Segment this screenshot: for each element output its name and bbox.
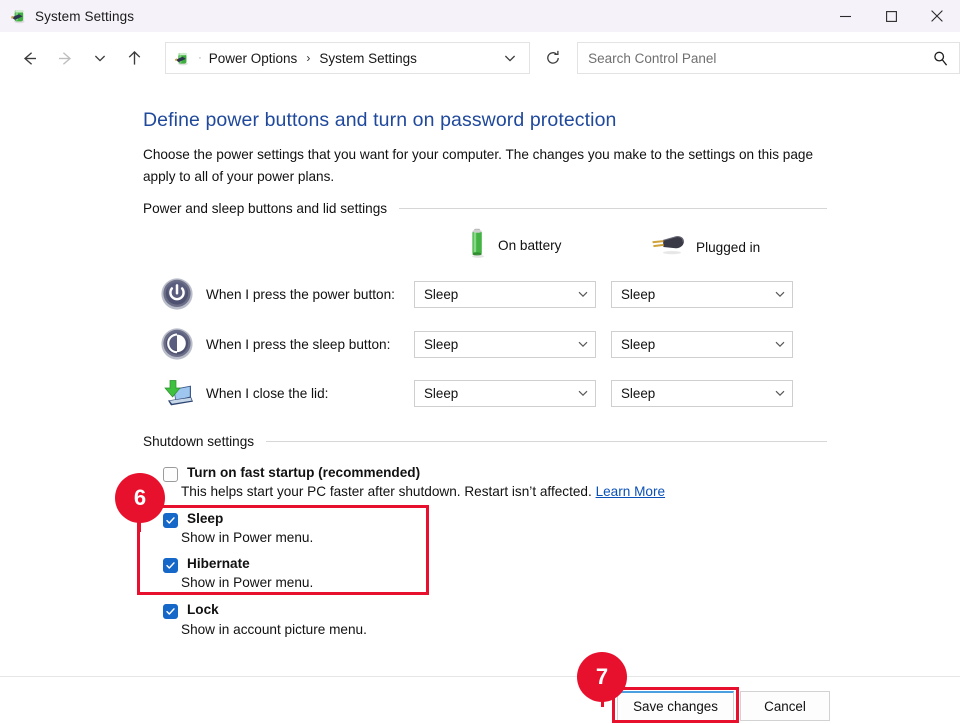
group-divider — [266, 440, 827, 442]
shutdown-group-header: Shutdown settings — [143, 432, 827, 450]
cancel-button[interactable]: Cancel — [740, 691, 830, 721]
chevron-down-icon — [774, 338, 786, 350]
window-controls — [822, 0, 960, 32]
checkbox-row-sleep[interactable]: Sleep — [163, 511, 223, 528]
row-power-button: When I press the power button: Sleep Sle… — [160, 277, 793, 311]
checkbox-row-fast-startup[interactable]: Turn on fast startup (recommended) — [163, 465, 420, 482]
annotation-badge-6: 6 — [115, 473, 165, 523]
select-value: Sleep — [424, 286, 459, 302]
select-value: Sleep — [621, 336, 656, 352]
row-sleep-button: When I press the sleep button: Sleep Sle… — [160, 327, 793, 361]
select-value: Sleep — [424, 385, 459, 401]
column-header-on-battery: On battery — [466, 228, 561, 263]
chevron-down-icon — [774, 288, 786, 300]
title-bar: System Settings — [0, 0, 960, 32]
window-title: System Settings — [35, 8, 135, 24]
sleep-checkbox[interactable] — [163, 513, 178, 528]
sleep-description: Show in Power menu. — [181, 530, 314, 545]
address-icon-separator: · — [198, 52, 202, 64]
chevron-down-icon — [577, 387, 589, 399]
search-icon[interactable] — [932, 50, 949, 67]
lock-label: Lock — [187, 602, 219, 617]
lock-description: Show in account picture menu. — [181, 622, 367, 637]
power-button-icon — [160, 277, 194, 311]
hibernate-label: Hibernate — [187, 556, 250, 571]
back-arrow-icon[interactable] — [11, 39, 47, 77]
refresh-icon[interactable] — [536, 42, 569, 74]
row-sleep-button-label: When I press the sleep button: — [206, 336, 391, 352]
hibernate-checkbox[interactable] — [163, 558, 178, 573]
up-arrow-icon[interactable] — [117, 39, 153, 77]
maximize-icon[interactable] — [868, 0, 914, 32]
select-value: Sleep — [621, 286, 656, 302]
chevron-down-icon — [774, 387, 786, 399]
select-value: Sleep — [621, 385, 656, 401]
address-bar[interactable]: · Power Options › System Settings — [165, 42, 531, 74]
laptop-lid-icon — [160, 376, 194, 410]
breadcrumb-system-settings[interactable]: System Settings — [317, 49, 419, 68]
power-button-on-battery-select[interactable]: Sleep — [414, 280, 596, 308]
breadcrumb-power-options[interactable]: Power Options — [207, 49, 300, 68]
save-changes-button[interactable]: Save changes — [617, 691, 734, 721]
forward-arrow-icon[interactable] — [47, 39, 83, 77]
search-input[interactable] — [588, 50, 933, 66]
minimize-icon[interactable] — [822, 0, 868, 32]
power-group-header: Power and sleep buttons and lid settings — [143, 199, 827, 217]
power-options-icon — [174, 50, 191, 67]
content-area: Define power buttons and turn on passwor… — [0, 84, 960, 676]
breadcrumb-separator: › — [306, 51, 311, 65]
chevron-down-icon — [577, 288, 589, 300]
fast-startup-label: Turn on fast startup (recommended) — [187, 465, 421, 480]
power-plug-icon — [650, 234, 686, 261]
close-lid-plugged-in-select[interactable]: Sleep — [611, 379, 793, 407]
power-group-label: Power and sleep buttons and lid settings — [143, 200, 388, 216]
hibernate-description: Show in Power menu. — [181, 575, 314, 590]
navigation-bar: · Power Options › System Settings — [0, 32, 960, 84]
learn-more-link[interactable]: Learn More — [596, 484, 666, 499]
checkbox-row-hibernate[interactable]: Hibernate — [163, 556, 250, 573]
footer-divider — [0, 676, 960, 677]
shutdown-group-label: Shutdown settings — [143, 433, 255, 449]
group-divider — [399, 207, 827, 209]
plugged-in-label: Plugged in — [696, 240, 761, 255]
battery-icon — [466, 228, 488, 263]
page-description: Choose the power settings that you want … — [143, 147, 814, 184]
sleep-button-on-battery-select[interactable]: Sleep — [414, 330, 596, 358]
sleep-button-icon — [160, 327, 194, 361]
recent-locations-chevron-icon[interactable] — [84, 39, 117, 77]
select-value: Sleep — [424, 336, 459, 352]
fast-startup-description: This helps start your PC faster after sh… — [181, 484, 665, 499]
fast-startup-checkbox[interactable] — [163, 467, 178, 482]
search-box[interactable] — [577, 42, 960, 74]
fast-startup-description-text: This helps start your PC faster after sh… — [181, 484, 592, 499]
row-close-lid: When I close the lid: Sleep Sleep — [160, 376, 793, 410]
power-button-plugged-in-select[interactable]: Sleep — [611, 280, 793, 308]
close-lid-on-battery-select[interactable]: Sleep — [414, 379, 596, 407]
power-options-icon — [10, 7, 28, 25]
row-close-lid-label: When I close the lid: — [206, 385, 329, 401]
lock-checkbox[interactable] — [163, 604, 178, 619]
close-icon[interactable] — [914, 0, 960, 32]
checkbox-row-lock[interactable]: Lock — [163, 602, 219, 619]
address-chevron-down-icon[interactable] — [495, 44, 525, 72]
sleep-label: Sleep — [187, 511, 224, 526]
on-battery-label: On battery — [498, 238, 562, 253]
chevron-down-icon — [577, 338, 589, 350]
column-header-plugged-in: Plugged in — [650, 234, 760, 261]
sleep-button-plugged-in-select[interactable]: Sleep — [611, 330, 793, 358]
annotation-badge-7: 7 — [577, 652, 627, 702]
system-settings-window: System Settings · Power Options › System… — [0, 0, 960, 724]
page-title: Define power buttons and turn on passwor… — [143, 109, 617, 131]
row-power-button-label: When I press the power button: — [206, 286, 395, 302]
